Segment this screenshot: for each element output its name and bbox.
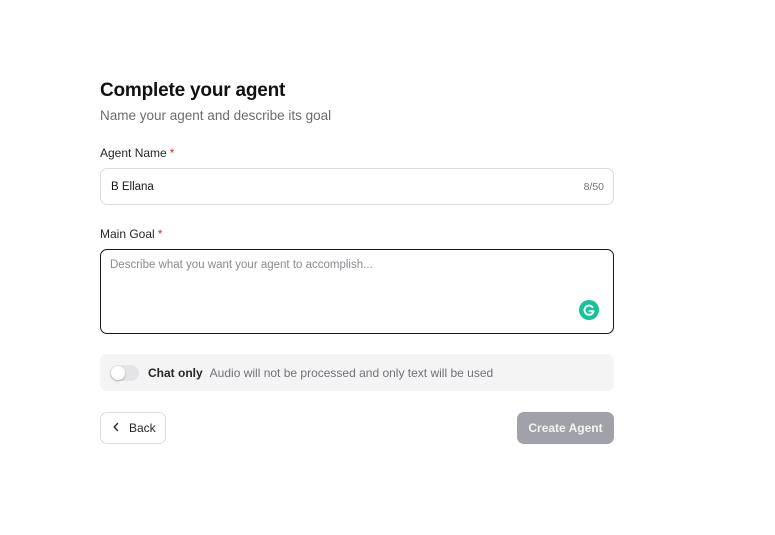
agent-form: Complete your agent Name your agent and …	[100, 78, 614, 444]
chevron-left-icon	[111, 421, 121, 435]
page-title: Complete your agent	[100, 80, 286, 101]
form-actions: Back Create Agent	[100, 412, 614, 444]
chat-only-description: Audio will not be processed and only tex…	[209, 365, 494, 380]
required-marker: *	[169, 146, 175, 160]
chat-only-label: Chat only	[148, 365, 203, 380]
toggle-knob	[111, 365, 125, 380]
chat-only-row: Chat only Audio will not be processed an…	[100, 354, 614, 391]
back-button[interactable]: Back	[100, 412, 166, 444]
main-goal-label: Main Goal *	[100, 226, 614, 242]
chat-only-toggle[interactable]	[110, 364, 139, 381]
create-agent-button[interactable]: Create Agent	[517, 412, 614, 444]
grammarly-icon[interactable]	[579, 300, 599, 320]
agent-name-label-text: Agent Name	[100, 146, 167, 160]
agent-name-char-counter: 8/50	[583, 181, 604, 193]
agent-name-input[interactable]	[111, 169, 551, 204]
grammarly-glyph	[583, 304, 595, 316]
agent-name-field-wrapper: 8/50	[100, 168, 614, 205]
page-subtitle: Name your agent and describe its goal	[100, 108, 332, 123]
main-goal-textarea[interactable]	[110, 259, 570, 319]
required-marker: *	[157, 227, 163, 241]
page: Complete your agent Name your agent and …	[0, 0, 775, 535]
main-goal-label-text: Main Goal	[100, 227, 155, 241]
agent-name-label: Agent Name *	[100, 145, 614, 161]
main-goal-field-wrapper	[100, 249, 614, 334]
back-button-label: Back	[129, 421, 156, 435]
